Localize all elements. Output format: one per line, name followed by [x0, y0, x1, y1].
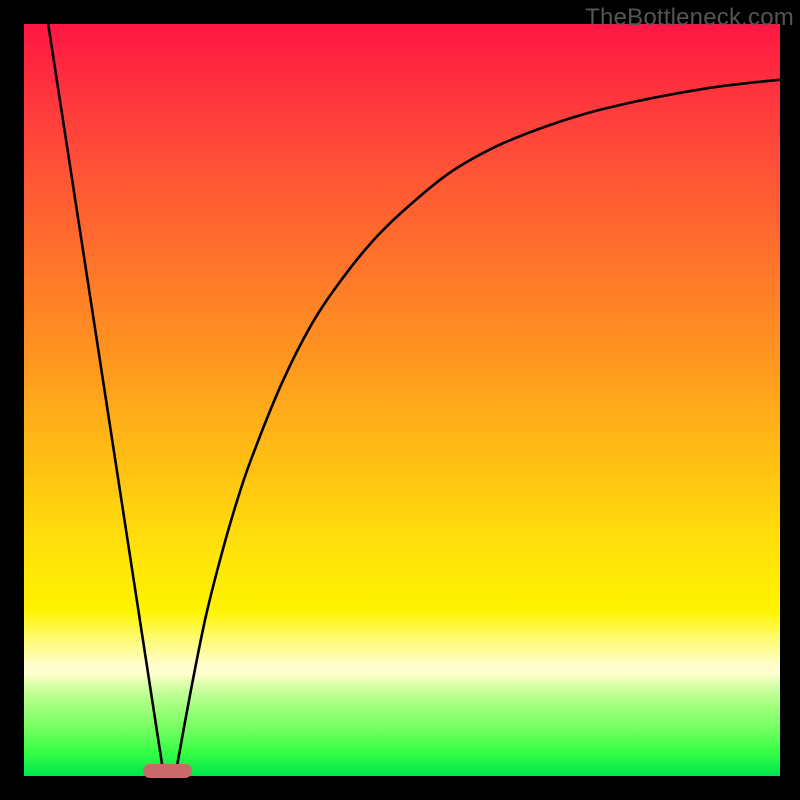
- watermark-text: TheBottleneck.com: [585, 4, 794, 32]
- chart-lines: [24, 24, 780, 776]
- plot-area: [24, 24, 780, 776]
- right-curve-line: [175, 80, 780, 776]
- chart-frame: TheBottleneck.com: [0, 0, 800, 800]
- left-descent-line: [48, 24, 164, 776]
- bottom-pill-marker: [143, 764, 192, 778]
